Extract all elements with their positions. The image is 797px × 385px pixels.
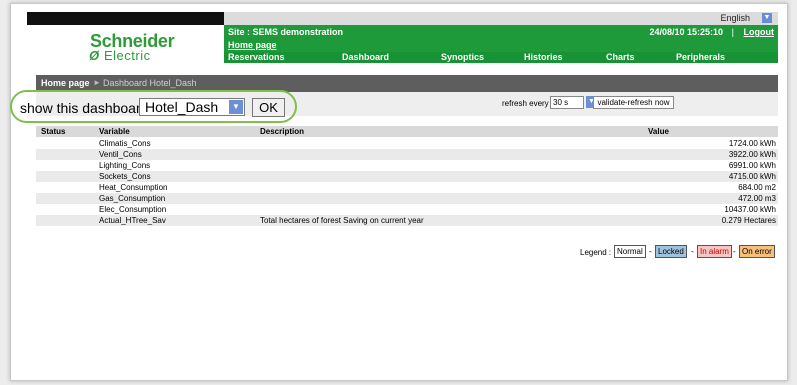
column-description: Description [260,127,305,136]
table-row: Elec_Consumption 10437.00 kWh [36,204,778,215]
chevron-right-icon: ► [93,78,101,87]
menu-charts[interactable]: Charts [606,52,635,63]
legend-separator: - [733,247,736,256]
legend-normal: Normal [614,245,646,258]
row-variable: Actual_HTree_Sav [99,216,166,225]
row-description: Total hectares of forest Saving on curre… [260,216,424,225]
row-variable: Climatis_Cons [99,139,151,148]
refresh-now-button[interactable]: validate-refresh now [593,96,674,109]
row-variable: Heat_Consumption [99,183,168,192]
chevron-down-icon[interactable]: ▼ [762,13,772,23]
top-bar: English ▼ [27,12,778,25]
logo-text-2: Electric [104,48,151,63]
table-row: Sockets_Cons 4715.00 kWh [36,171,778,182]
column-status: Status [41,127,66,136]
row-value: 0.279 Hectares [721,216,776,225]
menu-peripherals[interactable]: Peripherals [676,52,725,63]
language-select[interactable]: English [720,13,750,23]
row-variable: Gas_Consumption [99,194,166,203]
breadcrumb-current: Dashboard Hotel_Dash [103,78,197,88]
table-row: Climatis_Cons 1724.00 kWh [36,138,778,149]
header-bar: Site : SEMS demonstration Home page 24/0… [224,25,778,63]
refresh-select[interactable]: 30 s ▼ [550,96,597,109]
datetime: 24/08/10 15:25:10 [649,27,723,37]
refresh-select-value: 30 s [553,98,569,107]
menu-histories[interactable]: Histories [524,52,563,63]
column-variable: Variable [99,127,130,136]
breadcrumb-home[interactable]: Home page [41,78,90,88]
menu-dashboard[interactable]: Dashboard [342,52,389,63]
column-value: Value [648,127,669,136]
legend-separator: - [691,247,694,256]
row-value: 1724.00 kWh [728,139,776,148]
highlight-oval [10,90,297,123]
logo-mark-icon: Ø [89,48,100,63]
separator: | [731,27,734,37]
row-value: 6991.00 kWh [728,161,776,170]
menu-synoptics[interactable]: Synoptics [441,52,484,63]
main-menu: Reservations Dashboard Synoptics Histori… [224,52,778,63]
table-row: Heat_Consumption 684.00 m2 [36,182,778,193]
row-variable: Sockets_Cons [99,172,151,181]
legend-locked: Locked [655,245,687,258]
table-row: Gas_Consumption 472.00 m3 [36,193,778,204]
refresh-label: refresh every [502,99,549,108]
site-name: Site : SEMS demonstration [228,27,344,37]
menu-reservations[interactable]: Reservations [228,52,285,63]
row-variable: Elec_Consumption [99,205,167,214]
legend-label: Legend : [580,248,612,257]
row-variable: Lighting_Cons [99,161,151,170]
logo: Schneider Ø Electric [89,31,185,63]
legend-separator: - [649,247,652,256]
legend-on-error: On error [739,245,775,258]
row-value: 3922.00 kWh [728,150,776,159]
logout-link[interactable]: Logout [744,27,775,37]
home-link[interactable]: Home page [228,40,277,50]
row-value: 4715.00 kWh [728,172,776,181]
table-header: Status Variable Description Value [36,126,778,137]
row-value: 472.00 m3 [738,194,776,203]
row-variable: Ventil_Cons [99,150,142,159]
table-row: Ventil_Cons 3922.00 kWh [36,149,778,160]
table-row: Lighting_Cons 6991.00 kWh [36,160,778,171]
legend-in-alarm: In alarm [697,245,732,258]
table-row: Actual_HTree_Sav Total hectares of fores… [36,215,778,226]
row-value: 10437.00 kWh [724,205,776,214]
row-value: 684.00 m2 [738,183,776,192]
